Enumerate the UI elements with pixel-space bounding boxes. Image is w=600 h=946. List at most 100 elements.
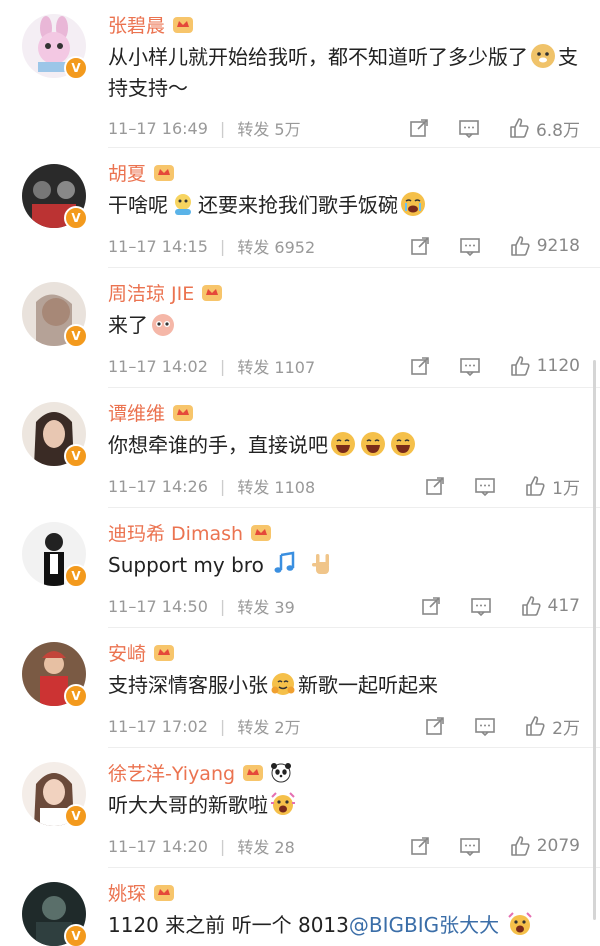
laughing-emoji-icon — [330, 431, 356, 457]
reply-button[interactable] — [459, 355, 481, 377]
username[interactable]: 谭维维 — [108, 399, 165, 426]
share-button[interactable] — [424, 475, 446, 497]
avatar[interactable]: V — [22, 762, 88, 828]
crown-badge-icon — [200, 281, 224, 303]
meta-separator: | — [219, 236, 226, 256]
share-icon — [410, 119, 428, 137]
repost-count[interactable]: 转发 6952 — [237, 234, 315, 258]
like-count: 2079 — [536, 836, 580, 856]
reply-button[interactable] — [470, 595, 492, 617]
repost-count[interactable]: 转发 5万 — [237, 116, 300, 140]
share-button[interactable] — [409, 835, 431, 857]
like-button[interactable]: 1万 — [524, 474, 580, 499]
reply-button[interactable] — [459, 235, 481, 257]
verified-badge-icon: V — [64, 56, 88, 80]
reply-button[interactable] — [458, 117, 480, 139]
thumbs-up-icon — [510, 118, 529, 138]
meta-separator: | — [219, 476, 226, 496]
thumbs-up-icon — [526, 716, 545, 736]
username[interactable]: 姚琛 — [108, 879, 146, 906]
comment-feed: V 张碧晨 从小样儿就开始给我听，都不知道听了多少版了 支持支持～ 11–17 1… — [0, 0, 600, 946]
avatar[interactable]: V — [22, 642, 88, 708]
like-button[interactable]: 417 — [520, 595, 580, 617]
crown-badge-icon — [152, 881, 176, 903]
comment-time: 11–17 16:49 — [108, 118, 208, 138]
crown-badge-icon — [171, 13, 195, 35]
mention-link[interactable]: @BIGBIG张大大 — [349, 913, 499, 937]
comment-icon — [475, 478, 495, 497]
comment-item: V 安崎 支持深情客服小张 新歌一起听起来 11–17 17:02 | 转发 2万 — [0, 628, 600, 748]
comment-item: V 张碧晨 从小样儿就开始给我听，都不知道听了多少版了 支持支持～ 11–17 1… — [0, 0, 600, 148]
share-button[interactable] — [424, 715, 446, 737]
repost-count[interactable]: 转发 39 — [237, 594, 294, 618]
reply-button[interactable] — [459, 835, 481, 857]
username[interactable]: 张碧晨 — [108, 11, 165, 38]
comment-text: 你想牵谁的手，直接说吧 — [108, 430, 576, 461]
comment-meta: 11–17 14:20 | 转发 28 2079 — [108, 834, 580, 858]
avatar[interactable]: V — [22, 282, 88, 348]
avatar[interactable]: V — [22, 402, 88, 468]
verified-badge-icon: V — [64, 324, 88, 348]
username[interactable]: 迪玛希 Dimash — [108, 519, 243, 546]
share-button[interactable] — [409, 235, 431, 257]
meta-separator: | — [219, 118, 226, 138]
verified-badge-icon: V — [64, 206, 88, 230]
doge-emoji-icon — [530, 43, 556, 69]
share-icon — [426, 717, 444, 735]
laughing-emoji-icon — [360, 431, 386, 457]
like-count: 1120 — [536, 356, 580, 376]
crown-badge-icon — [152, 161, 176, 183]
repost-count[interactable]: 转发 1107 — [237, 354, 315, 378]
username[interactable]: 胡夏 — [108, 159, 146, 186]
avatar[interactable]: V — [22, 14, 88, 80]
party-emoji-icon — [507, 911, 533, 937]
music-note-icon — [272, 551, 298, 577]
comment-item: V 周洁琼 JIE 来了 11–17 14:02 | 转发 1107 1120 — [0, 268, 600, 388]
thumbs-up-icon — [526, 476, 545, 496]
crown-badge-icon — [241, 761, 265, 783]
comment-icon — [459, 238, 480, 257]
comment-item: V 谭维维 你想牵谁的手，直接说吧 11–17 14:26 | 转发 1108 — [0, 388, 600, 508]
thumbs-up-icon — [510, 236, 530, 256]
comment-meta: 11–17 14:50 | 转发 39 417 — [108, 594, 580, 618]
avatar[interactable]: V — [22, 164, 88, 230]
username[interactable]: 徐艺洋-Yiyang — [108, 759, 235, 786]
avatar[interactable]: V — [22, 882, 88, 946]
comment-time: 11–17 14:26 — [108, 476, 208, 496]
reply-button[interactable] — [474, 475, 496, 497]
verified-badge-icon: V — [64, 804, 88, 828]
like-button[interactable]: 9218 — [509, 235, 580, 257]
like-button[interactable]: 2079 — [509, 835, 580, 857]
comment-icon — [470, 598, 491, 617]
repost-count[interactable]: 转发 1108 — [237, 474, 315, 498]
comment-text: 听大大哥的新歌啦 — [108, 790, 576, 821]
scrollbar[interactable] — [593, 360, 596, 920]
username[interactable]: 安崎 — [108, 639, 146, 666]
repost-count[interactable]: 转发 28 — [237, 834, 294, 858]
repost-count[interactable]: 转发 2万 — [237, 714, 300, 738]
reply-button[interactable] — [474, 715, 496, 737]
share-button[interactable] — [409, 355, 431, 377]
share-button[interactable] — [420, 595, 442, 617]
comment-item: V 姚琛 1120 来之前 听一个 8013@BIGBIG张大大 — [0, 868, 600, 946]
avatar[interactable]: V — [22, 522, 88, 588]
meta-separator: | — [219, 716, 226, 736]
share-button[interactable] — [408, 117, 430, 139]
share-icon — [410, 237, 429, 255]
comment-time: 11–17 17:02 — [108, 716, 208, 736]
comment-icon — [459, 358, 480, 377]
crown-badge-icon — [171, 401, 195, 423]
share-icon — [421, 597, 440, 615]
like-button[interactable]: 6.8万 — [508, 116, 580, 141]
crown-badge-icon — [152, 641, 176, 663]
hug-emoji-icon — [270, 671, 296, 697]
like-button[interactable]: 2万 — [524, 714, 580, 739]
panda-badge-icon — [269, 761, 293, 783]
laughing-emoji-icon — [390, 431, 416, 457]
crown-badge-icon — [249, 521, 273, 543]
comment-text: 从小样儿就开始给我听，都不知道听了多少版了 支持支持～ — [108, 43, 578, 100]
comment-meta: 11–17 14:26 | 转发 1108 1万 — [108, 474, 580, 499]
like-button[interactable]: 1120 — [509, 355, 580, 377]
username[interactable]: 周洁琼 JIE — [108, 279, 194, 306]
comment-text: Support my bro — [108, 550, 576, 581]
